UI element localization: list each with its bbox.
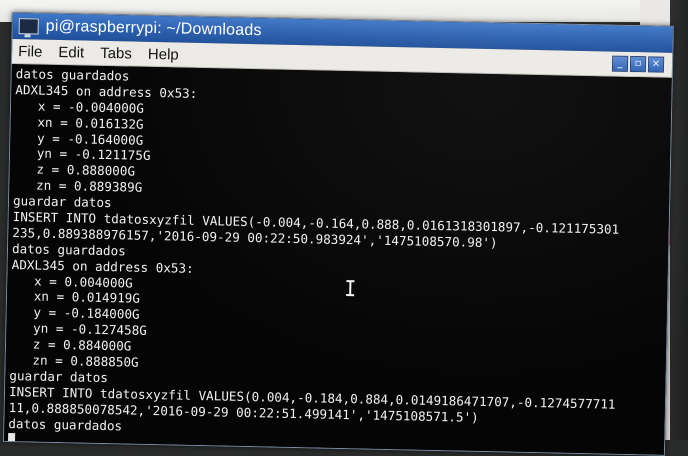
maximize-icon[interactable]: ▫ [629, 55, 647, 73]
close-icon[interactable]: × [647, 56, 665, 73]
menu-help[interactable]: Help [140, 45, 187, 63]
text-cursor [7, 433, 16, 447]
menu-edit[interactable]: Edit [50, 43, 92, 61]
terminal-app-icon [18, 18, 39, 35]
terminal-window: pi@raspberrypi: ~/Downloads File Edit Ta… [2, 12, 674, 456]
window-title: pi@raspberrypi: ~/Downloads [45, 17, 262, 40]
terminal-output[interactable]: datos guardados ADXL345 on address 0x53:… [4, 64, 672, 455]
menu-tabs[interactable]: Tabs [92, 44, 140, 62]
minimize-icon[interactable]: _ [611, 55, 629, 72]
menu-file[interactable]: File [12, 43, 51, 61]
mouse-ibeam-cursor-icon [345, 280, 354, 296]
window-controls: _ ▫ × [611, 55, 665, 73]
